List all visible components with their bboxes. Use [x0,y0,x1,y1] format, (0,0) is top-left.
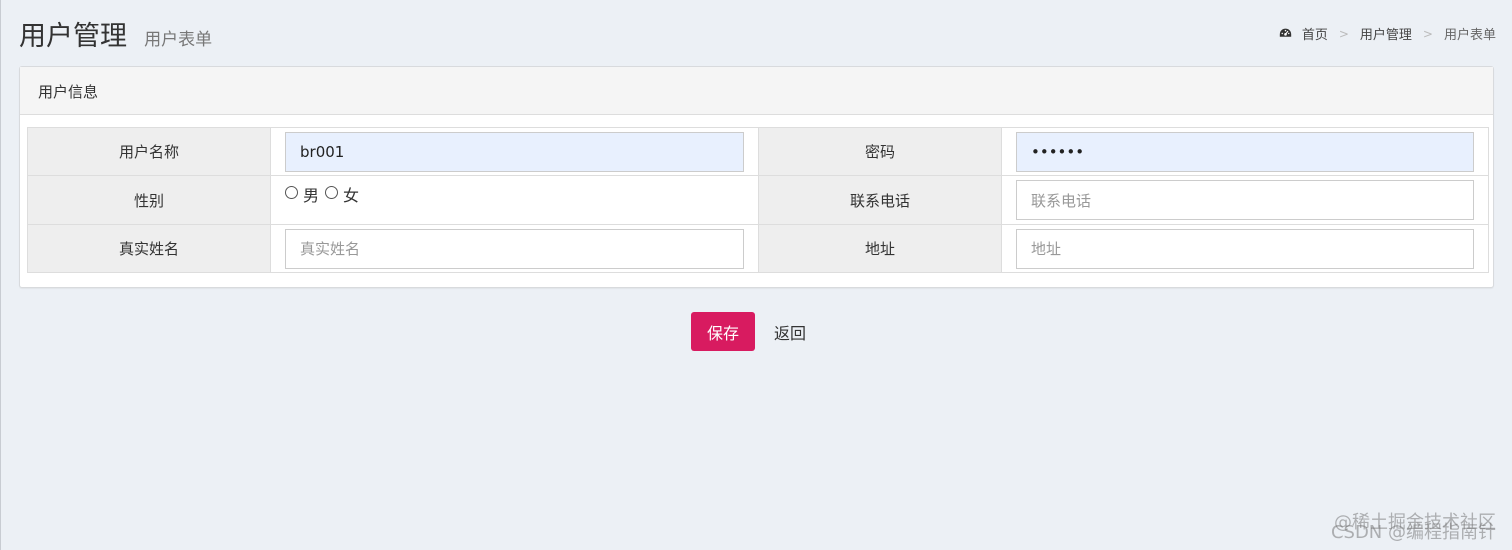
username-label: 用户名称 [27,127,271,176]
watermark: @稀土掘金技术社区 CSDN @编程指南针 [1331,514,1496,542]
gender-cell: 男 女 [270,175,759,225]
realname-label: 真实姓名 [27,224,271,273]
breadcrumb-user-management-link[interactable]: 用户管理 [1360,24,1412,43]
username-cell: br001 [270,127,759,176]
username-input[interactable]: br001 [285,131,744,172]
gender-radio-group: 男 女 [285,176,744,224]
dashboard-icon [1279,28,1292,37]
realname-input[interactable]: 真实姓名 [285,228,744,269]
gender-male-label[interactable]: 男 [303,182,319,206]
breadcrumb-separator: > [1338,26,1349,41]
gender-female-radio[interactable] [325,186,339,199]
box-title: 用户信息 [20,67,1493,115]
breadcrumb-separator: > [1422,26,1433,41]
phone-placeholder: 联系电话 [1031,191,1092,210]
phone-cell: 联系电话 [1001,175,1489,225]
address-cell: 地址 [1001,224,1489,273]
table-row: 性别 男 女 联系电话 联系电话 [27,175,1489,225]
address-input[interactable]: 地址 [1016,228,1474,269]
table-row: 用户名称 br001 密码 •••••• [27,127,1489,176]
back-button[interactable]: 返回 [774,320,806,344]
realname-placeholder: 真实姓名 [300,240,361,258]
page-title: 用户管理 [19,21,127,52]
address-placeholder: 地址 [1031,240,1062,258]
page: 用户管理 用户表单 首页 > 用户管理 > 用户表单 用户信息 用户名称 br0… [0,0,1512,550]
table-row: 真实姓名 真实姓名 地址 地址 [27,224,1489,273]
breadcrumb: 首页 > 用户管理 > 用户表单 [1279,24,1496,43]
password-label: 密码 [758,127,1002,176]
gender-label: 性别 [27,175,271,225]
password-cell: •••••• [1001,127,1489,176]
user-info-box: 用户信息 用户名称 br001 密码 •••••• 性别 男 女 联系电话 联系… [19,66,1494,288]
realname-cell: 真实姓名 [270,224,759,273]
page-subtitle: 用户表单 [144,30,213,50]
password-input[interactable]: •••••• [1016,131,1474,172]
breadcrumb-current: 用户表单 [1443,28,1496,43]
user-form-table: 用户名称 br001 密码 •••••• 性别 男 女 联系电话 联系电话 真实… [27,127,1489,273]
content-header: 用户管理 用户表单 首页 > 用户管理 > 用户表单 [19,14,1496,54]
address-label: 地址 [758,224,1002,273]
gender-male-radio[interactable] [285,186,298,199]
gender-female-label[interactable]: 女 [343,182,359,206]
form-actions: 保存 返回 [691,312,806,351]
breadcrumb-home-link[interactable]: 首页 [1302,24,1328,43]
phone-input[interactable]: 联系电话 [1016,180,1474,220]
watermark-line-2: CSDN @编程指南针 [1330,522,1496,543]
save-button[interactable]: 保存 [691,312,755,351]
phone-label: 联系电话 [758,175,1002,225]
